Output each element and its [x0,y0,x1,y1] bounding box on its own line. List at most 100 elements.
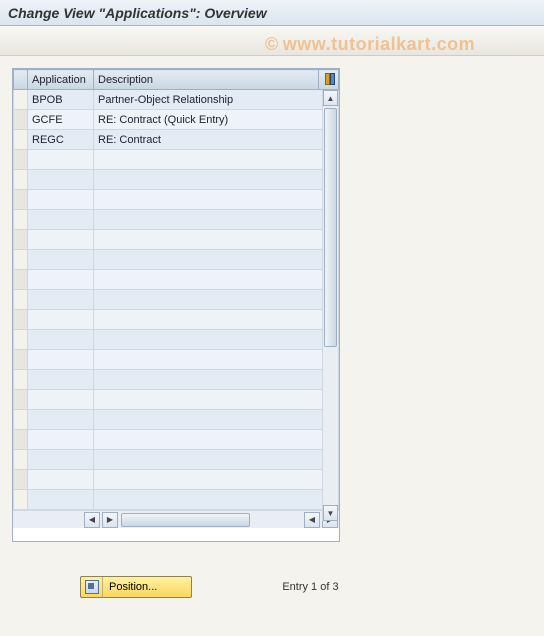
table-row[interactable]: REGCRE: Contract [14,130,339,150]
row-selector[interactable] [14,170,28,190]
vertical-scroll-thumb[interactable] [324,108,337,347]
row-selector[interactable] [14,110,28,130]
row-selector[interactable] [14,150,28,170]
cell-application[interactable] [28,430,94,450]
cell-description[interactable]: Partner-Object Relationship [94,90,339,110]
table-row[interactable] [14,270,339,290]
table-row[interactable] [14,250,339,270]
row-selector[interactable] [14,390,28,410]
cell-description[interactable]: RE: Contract (Quick Entry) [94,110,339,130]
column-header-description[interactable]: Description [94,70,319,90]
row-selector[interactable] [14,230,28,250]
cell-application[interactable]: BPOB [28,90,94,110]
table-row[interactable]: GCFERE: Contract (Quick Entry) [14,110,339,130]
vertical-scrollbar[interactable]: ▲ ▼ [322,90,338,521]
table-row[interactable] [14,490,339,510]
cell-application[interactable] [28,330,94,350]
row-selector[interactable] [14,350,28,370]
table-settings-header[interactable] [319,70,339,90]
row-selector[interactable] [14,430,28,450]
row-selector-header[interactable] [14,70,28,90]
table-row[interactable] [14,150,339,170]
cell-description[interactable] [94,450,339,470]
row-selector[interactable] [14,90,28,110]
row-selector[interactable] [14,450,28,470]
cell-application[interactable] [28,170,94,190]
cell-application[interactable] [28,310,94,330]
cell-description[interactable] [94,270,339,290]
table-row[interactable] [14,370,339,390]
scroll-up-button[interactable]: ▲ [323,90,338,106]
row-selector[interactable] [14,490,28,510]
row-selector[interactable] [14,370,28,390]
row-selector[interactable] [14,410,28,430]
cell-application[interactable] [28,450,94,470]
cell-application[interactable] [28,390,94,410]
table-row[interactable] [14,230,339,250]
cell-description[interactable] [94,170,339,190]
cell-description[interactable] [94,430,339,450]
table-row[interactable] [14,170,339,190]
column-header-application[interactable]: Application [28,70,94,90]
cell-description[interactable] [94,250,339,270]
cell-application[interactable] [28,350,94,370]
cell-description[interactable] [94,490,339,510]
cell-description[interactable] [94,370,339,390]
cell-description[interactable]: RE: Contract [94,130,339,150]
cell-application[interactable] [28,370,94,390]
table-row[interactable] [14,390,339,410]
cell-application[interactable] [28,230,94,250]
cell-description[interactable] [94,350,339,370]
table-row[interactable] [14,310,339,330]
cell-description[interactable] [94,290,339,310]
table-row[interactable] [14,210,339,230]
cell-application[interactable] [28,270,94,290]
cell-description[interactable] [94,330,339,350]
table-row[interactable] [14,450,339,470]
cell-application[interactable] [28,150,94,170]
cell-application[interactable] [28,210,94,230]
horizontal-scroll-thumb[interactable] [121,513,250,527]
table-row[interactable] [14,410,339,430]
table-row[interactable] [14,430,339,450]
cell-description[interactable] [94,410,339,430]
cell-description[interactable] [94,190,339,210]
cell-application[interactable] [28,190,94,210]
cell-description[interactable] [94,150,339,170]
cell-application[interactable] [28,470,94,490]
row-selector[interactable] [14,190,28,210]
cell-application[interactable] [28,250,94,270]
row-selector[interactable] [14,250,28,270]
table-row[interactable] [14,290,339,310]
row-selector[interactable] [14,130,28,150]
table-row[interactable] [14,470,339,490]
cell-description[interactable] [94,470,339,490]
scroll-left-button[interactable]: ◀ [304,512,320,528]
scroll-col-right-button[interactable]: ▶ [102,512,118,528]
row-selector[interactable] [14,210,28,230]
row-selector[interactable] [14,470,28,490]
row-selector[interactable] [14,310,28,330]
cell-description[interactable] [94,390,339,410]
scroll-col-left-button[interactable]: ◀ [84,512,100,528]
cell-application[interactable] [28,410,94,430]
cell-application[interactable] [28,290,94,310]
cell-description[interactable] [94,210,339,230]
cell-application[interactable]: REGC [28,130,94,150]
row-selector[interactable] [14,330,28,350]
row-selector[interactable] [14,270,28,290]
position-button[interactable]: Position... [80,576,192,598]
cell-application[interactable]: GCFE [28,110,94,130]
table-row[interactable] [14,330,339,350]
cell-description[interactable] [94,230,339,250]
horizontal-scroll-track[interactable] [119,513,303,527]
scroll-down-button[interactable]: ▼ [323,505,338,521]
horizontal-scrollbar[interactable]: ◀ ▶ ◀ ▶ [13,510,339,528]
cell-application[interactable] [28,490,94,510]
row-selector[interactable] [14,290,28,310]
table-row[interactable] [14,190,339,210]
cell-description[interactable] [94,310,339,330]
table-row[interactable] [14,350,339,370]
table-row[interactable]: BPOBPartner-Object Relationship [14,90,339,110]
vertical-scroll-track[interactable] [323,106,338,505]
